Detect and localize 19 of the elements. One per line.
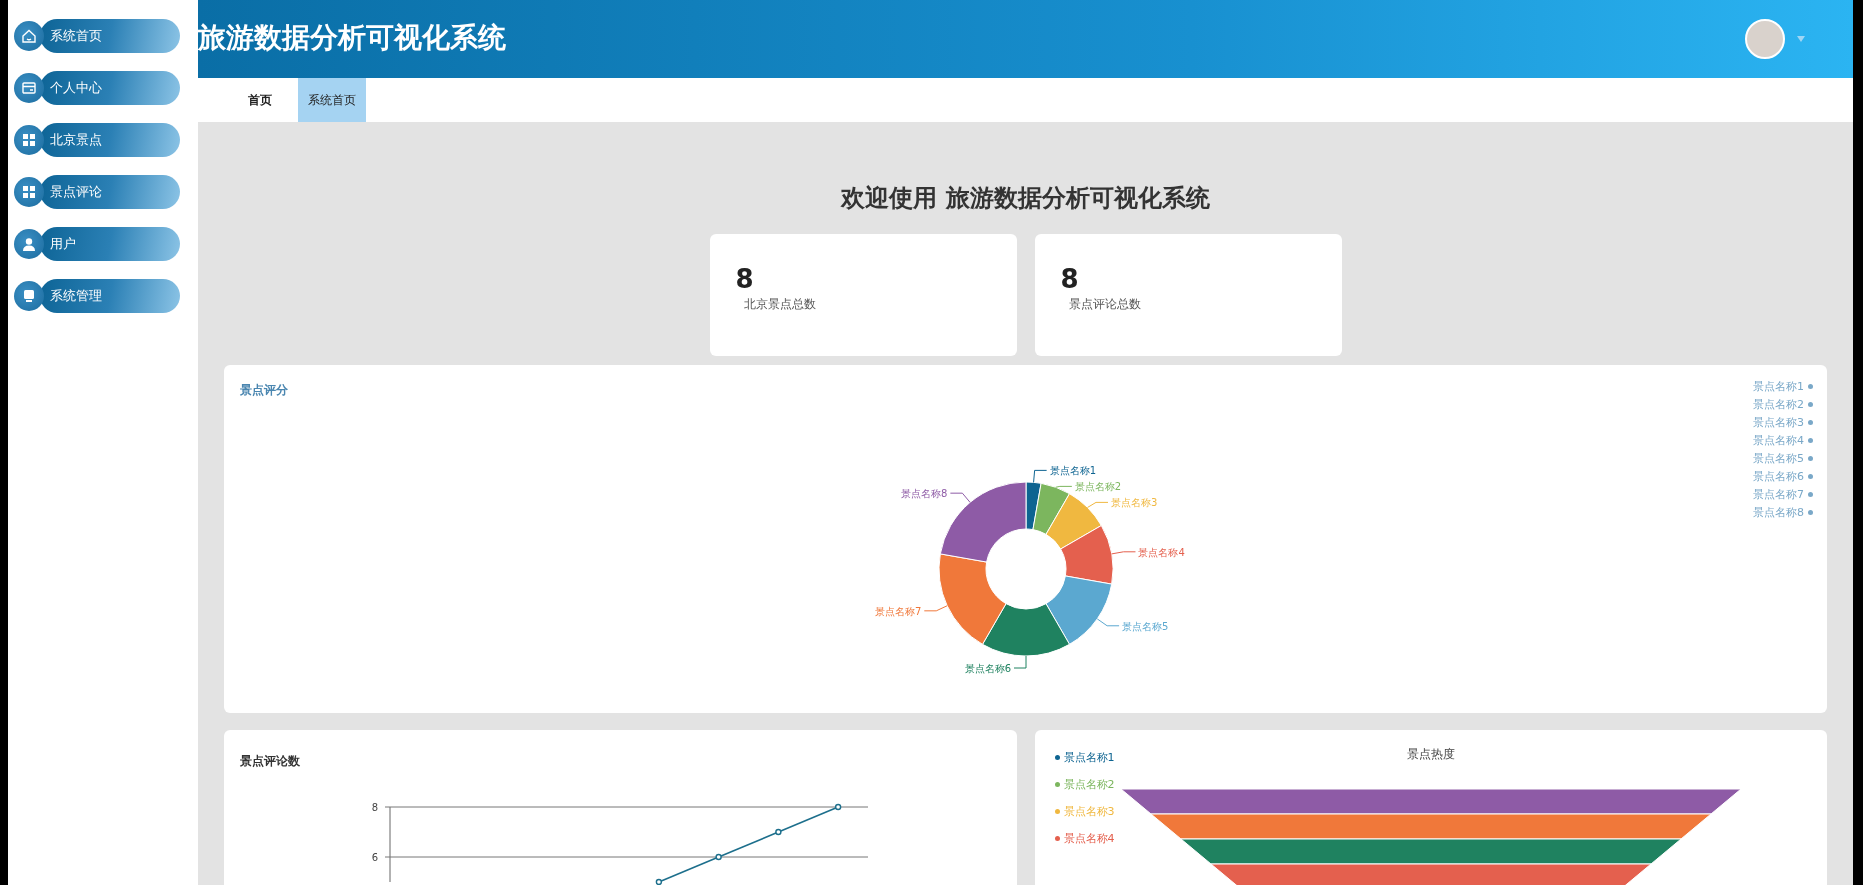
slice-label: 景点名称8 <box>900 488 947 500</box>
slice-label: 景点名称4 <box>1138 546 1185 558</box>
slice-label: 景点名称5 <box>1121 620 1168 632</box>
axis-tick-label: 8 <box>371 802 378 813</box>
stat-value: 8 <box>1060 264 1080 294</box>
slice-label: 景点名称3 <box>1110 497 1157 509</box>
chart-title: 景点评论数 <box>240 753 300 770</box>
stat-value: 8 <box>735 264 755 294</box>
slice-label: 景点名称2 <box>1074 481 1121 493</box>
welcome-heading: 欢迎使用 旅游数据分析可视化系统 <box>839 183 1211 214</box>
stat-label: 景点评论总数 <box>1068 296 1142 313</box>
slice-label: 景点名称1 <box>1049 465 1096 477</box>
axis-tick-label: 6 <box>371 852 378 863</box>
chart-title: 景点热度 <box>1406 746 1455 763</box>
app-title: 旅游数据分析可视化系统 <box>198 20 506 56</box>
stat-label: 北京景点总数 <box>743 296 817 313</box>
chart-title: 景点评分 <box>240 382 288 399</box>
slice-label: 景点名称6 <box>964 663 1011 674</box>
slice-label: 景点名称7 <box>874 605 921 617</box>
